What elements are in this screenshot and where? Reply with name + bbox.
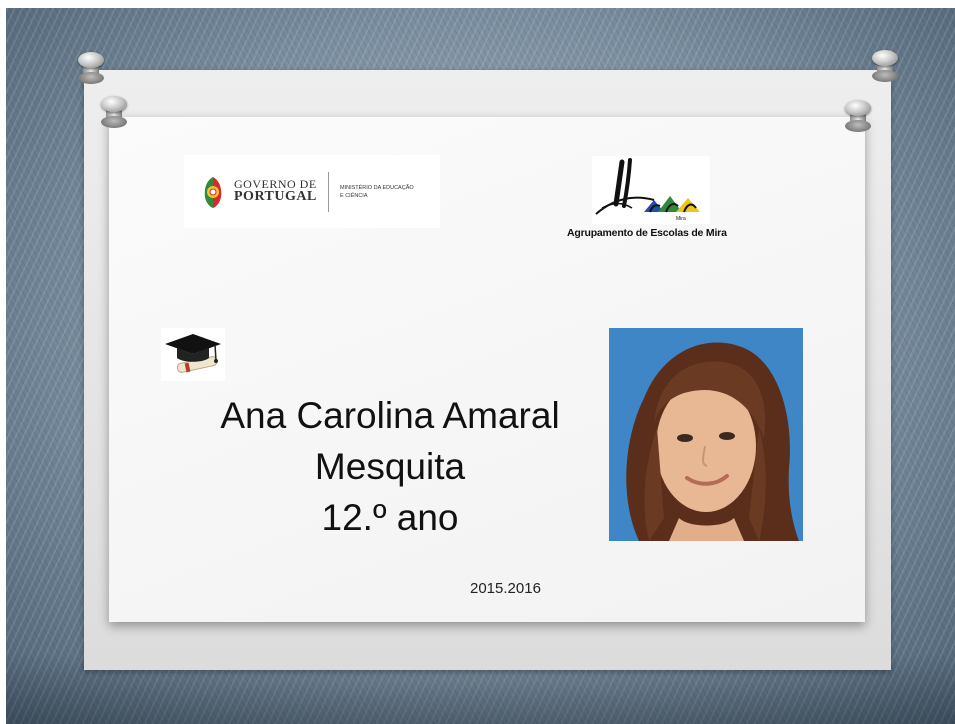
thumbtack-icon [872, 50, 898, 82]
student-info: Ana Carolina Amaral Mesquita 12.º ano [180, 390, 600, 543]
school-logo-small-text: Mira [676, 216, 686, 222]
government-of-portugal-logo: GOVERNO DE PORTUGAL MINISTÉRIO DA EDUCAÇ… [184, 155, 440, 228]
student-name-line2: Mesquita [314, 446, 466, 487]
ministry-line1: MINISTÉRIO DA EDUCAÇÃO [340, 185, 414, 191]
student-grade: 12.º ano [321, 497, 459, 538]
school-caption: Agrupamento de Escolas de Mira [567, 227, 727, 239]
thumbtack-icon [78, 52, 104, 84]
school-year: 2015.2016 [470, 580, 541, 597]
thumbtack-icon [101, 96, 127, 128]
school-emblem-icon: Mira [595, 158, 700, 222]
school-logo: Mira [592, 156, 710, 224]
graduation-cap-diploma-icon [161, 328, 225, 381]
ministry-line2: E CIÊNCIA [340, 193, 368, 199]
gov-logo-divider [328, 172, 329, 212]
gov-logo-line2: PORTUGAL [234, 189, 317, 204]
thumbtack-icon [845, 100, 871, 132]
portugal-flag-emblem-icon [204, 177, 222, 208]
student-photo [609, 328, 803, 541]
student-name-line1: Ana Carolina Amaral [220, 395, 560, 436]
